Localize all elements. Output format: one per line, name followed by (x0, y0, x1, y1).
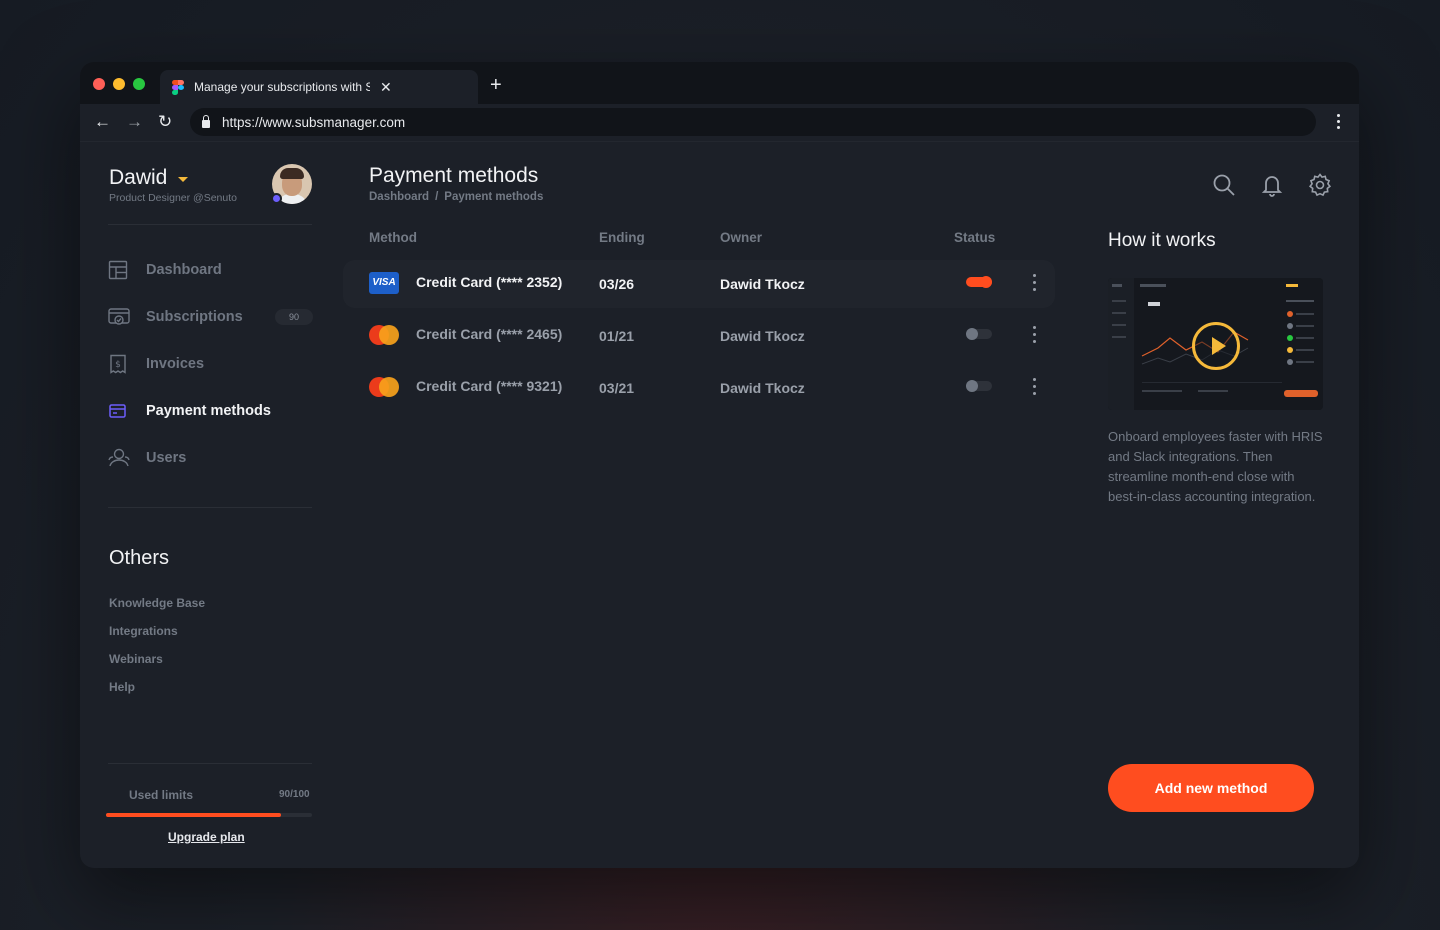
right-panel: How it works Onboard employees faster wi… (1108, 142, 1338, 868)
sidebar-item-label: Subscriptions (146, 309, 243, 325)
how-it-works-description: Onboard employees faster with HRIS and S… (1108, 429, 1323, 504)
lock-icon (202, 115, 210, 128)
play-icon[interactable] (1192, 322, 1240, 370)
bell-icon[interactable] (1259, 172, 1285, 198)
browser-window: Manage your subscriptions with SubsManag… (80, 62, 1359, 868)
used-limits-label: Used limits (129, 788, 194, 802)
owner-cell: Dawid Tkocz (720, 328, 805, 344)
main-content: Payment methods Dashboard / Payment meth… (342, 142, 1062, 868)
sidebar-item-dashboard[interactable]: Dashboard (108, 258, 222, 282)
subscriptions-icon (108, 307, 130, 327)
breadcrumb-current: Payment methods (444, 191, 544, 203)
back-icon[interactable]: ← (94, 112, 111, 132)
method-cell: Credit Card (**** 2465) (416, 326, 563, 342)
minimize-window-button[interactable] (113, 78, 125, 90)
sidebar-item-label: Users (146, 450, 187, 466)
webinars-link[interactable]: Webinars (109, 652, 163, 666)
sidebar-item-invoices[interactable]: $ Invoices (108, 352, 204, 376)
maximize-window-button[interactable] (133, 78, 145, 90)
sidebar-item-label: Invoices (146, 356, 205, 372)
used-limits-progress (106, 813, 312, 817)
integrations-link[interactable]: Integrations (109, 624, 178, 638)
sidebar-item-users[interactable]: Users (108, 446, 186, 470)
url-text: https://www.subsmanager.com (222, 114, 406, 130)
close-window-button[interactable] (93, 78, 105, 90)
status-toggle[interactable] (966, 276, 992, 288)
used-limits-progress-fill (106, 813, 282, 817)
sidebar-item-label: Payment methods (146, 403, 271, 419)
page-title: Payment methods (369, 164, 539, 187)
how-it-works-title: How it works (1108, 230, 1216, 251)
status-toggle[interactable] (966, 380, 992, 392)
column-header-status: Status (954, 230, 996, 245)
new-tab-icon[interactable]: + (490, 74, 502, 97)
subscriptions-count-badge: 90 (275, 309, 313, 325)
help-link[interactable]: Help (109, 680, 135, 694)
breadcrumb-dashboard[interactable]: Dashboard (369, 191, 429, 203)
owner-cell: Dawid Tkocz (720, 380, 805, 396)
add-new-method-button[interactable]: Add new method (1108, 764, 1314, 812)
row-menu-icon[interactable] (1033, 326, 1037, 347)
ending-cell: 03/26 (599, 276, 635, 292)
svg-text:$: $ (115, 360, 121, 370)
column-header-method: Method (369, 230, 417, 245)
sidebar-item-label: Dashboard (146, 262, 222, 278)
user-role: Product Designer @Senuto (109, 192, 237, 204)
mastercard-logo-icon (369, 324, 399, 346)
gear-icon[interactable] (1307, 172, 1333, 198)
visa-logo-icon: VISA (369, 272, 399, 294)
others-heading: Others (109, 547, 170, 569)
column-header-owner: Owner (720, 230, 763, 245)
window-controls (93, 78, 145, 90)
sidebar-item-payment-methods[interactable]: Payment methods (108, 399, 271, 423)
user-name[interactable]: Dawid (109, 166, 167, 190)
ending-cell: 03/21 (599, 380, 635, 396)
status-toggle[interactable] (966, 328, 992, 340)
address-bar: ← → ↻ https://www.subsmanager.com (80, 104, 1359, 142)
url-field[interactable]: https://www.subsmanager.com (190, 108, 1316, 136)
sidebar: Dawid Product Designer @Senuto Dashboard… (106, 142, 314, 868)
users-icon (108, 448, 130, 468)
sidebar-item-subscriptions[interactable]: Subscriptions 90 (108, 305, 314, 329)
forward-icon[interactable]: → (126, 112, 143, 132)
tab-bar: Manage your subscriptions with SubsManag… (80, 62, 1359, 104)
method-cell: Credit Card (**** 9321) (416, 378, 563, 394)
dashboard-icon (108, 260, 130, 280)
column-header-ending: Ending (599, 230, 645, 245)
used-limits-value: 90/100 (279, 789, 310, 800)
figma-icon (172, 80, 184, 95)
invoice-icon: $ (108, 354, 130, 374)
row-menu-icon[interactable] (1033, 378, 1037, 399)
row-menu-icon[interactable] (1033, 274, 1037, 295)
video-thumbnail[interactable] (1108, 278, 1323, 410)
mastercard-logo-icon (369, 376, 399, 398)
reload-icon[interactable]: ↻ (158, 112, 172, 132)
browser-menu-icon[interactable] (1337, 114, 1341, 132)
upgrade-plan-link[interactable]: Upgrade plan (168, 830, 245, 844)
search-icon[interactable] (1211, 172, 1237, 198)
divider (108, 224, 312, 225)
chevron-down-icon[interactable] (178, 177, 188, 182)
breadcrumb-separator: / (435, 191, 439, 203)
browser-tab[interactable]: Manage your subscriptions with SubsManag… (160, 70, 478, 104)
divider (108, 507, 312, 508)
divider (108, 763, 312, 764)
owner-cell: Dawid Tkocz (720, 276, 805, 292)
app: Dawid Product Designer @Senuto Dashboard… (80, 142, 1359, 868)
close-tab-icon[interactable]: ✕ (380, 79, 392, 96)
knowledge-base-link[interactable]: Knowledge Base (109, 596, 205, 610)
table-row[interactable]: Credit Card (**** 2465) 01/21 Dawid Tkoc… (343, 312, 1055, 360)
breadcrumb: Dashboard / Payment methods (369, 191, 543, 203)
table-row[interactable]: Credit Card (**** 9321) 03/21 Dawid Tkoc… (343, 364, 1055, 412)
ending-cell: 01/21 (599, 328, 635, 344)
table-row[interactable]: VISA Credit Card (**** 2352) 03/26 Dawid… (343, 260, 1055, 308)
method-cell: Credit Card (**** 2352) (416, 274, 563, 290)
credit-card-icon (108, 401, 130, 421)
tab-title: Manage your subscriptions with SubsManag… (194, 80, 370, 94)
online-status-dot (271, 193, 282, 204)
